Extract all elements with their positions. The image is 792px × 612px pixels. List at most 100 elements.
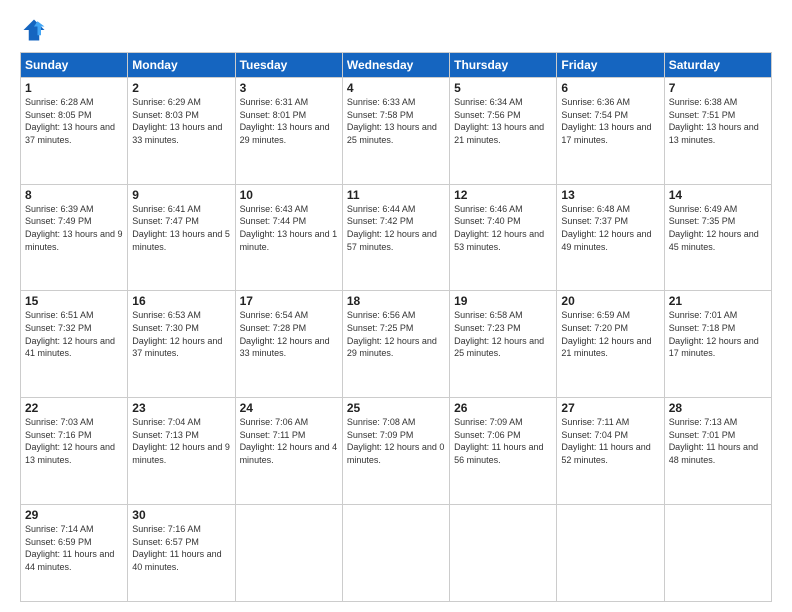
day-number: 23	[132, 401, 230, 415]
day-number: 22	[25, 401, 123, 415]
day-number: 14	[669, 188, 767, 202]
calendar-cell	[235, 504, 342, 601]
day-number: 7	[669, 81, 767, 95]
day-info: Sunrise: 6:36 AM Sunset: 7:54 PM Dayligh…	[561, 96, 659, 146]
day-header: Saturday	[664, 53, 771, 78]
calendar-cell: 21Sunrise: 7:01 AM Sunset: 7:18 PM Dayli…	[664, 291, 771, 398]
day-info: Sunrise: 6:49 AM Sunset: 7:35 PM Dayligh…	[669, 203, 767, 253]
calendar-cell	[342, 504, 449, 601]
calendar-cell: 15Sunrise: 6:51 AM Sunset: 7:32 PM Dayli…	[21, 291, 128, 398]
day-number: 10	[240, 188, 338, 202]
day-info: Sunrise: 6:29 AM Sunset: 8:03 PM Dayligh…	[132, 96, 230, 146]
calendar-cell: 19Sunrise: 6:58 AM Sunset: 7:23 PM Dayli…	[450, 291, 557, 398]
calendar-cell: 14Sunrise: 6:49 AM Sunset: 7:35 PM Dayli…	[664, 184, 771, 291]
day-info: Sunrise: 7:08 AM Sunset: 7:09 PM Dayligh…	[347, 416, 445, 466]
day-header: Friday	[557, 53, 664, 78]
page: SundayMondayTuesdayWednesdayThursdayFrid…	[0, 0, 792, 612]
day-info: Sunrise: 6:58 AM Sunset: 7:23 PM Dayligh…	[454, 309, 552, 359]
calendar-cell: 26Sunrise: 7:09 AM Sunset: 7:06 PM Dayli…	[450, 398, 557, 505]
calendar-week-row: 22Sunrise: 7:03 AM Sunset: 7:16 PM Dayli…	[21, 398, 772, 505]
calendar-week-row: 1Sunrise: 6:28 AM Sunset: 8:05 PM Daylig…	[21, 78, 772, 185]
calendar-cell: 16Sunrise: 6:53 AM Sunset: 7:30 PM Dayli…	[128, 291, 235, 398]
day-header: Tuesday	[235, 53, 342, 78]
day-number: 28	[669, 401, 767, 415]
day-info: Sunrise: 7:09 AM Sunset: 7:06 PM Dayligh…	[454, 416, 552, 466]
day-info: Sunrise: 6:51 AM Sunset: 7:32 PM Dayligh…	[25, 309, 123, 359]
day-number: 3	[240, 81, 338, 95]
calendar-cell: 7Sunrise: 6:38 AM Sunset: 7:51 PM Daylig…	[664, 78, 771, 185]
logo	[20, 16, 52, 44]
day-info: Sunrise: 6:46 AM Sunset: 7:40 PM Dayligh…	[454, 203, 552, 253]
calendar-cell: 18Sunrise: 6:56 AM Sunset: 7:25 PM Dayli…	[342, 291, 449, 398]
day-number: 13	[561, 188, 659, 202]
calendar-cell: 1Sunrise: 6:28 AM Sunset: 8:05 PM Daylig…	[21, 78, 128, 185]
day-info: Sunrise: 7:01 AM Sunset: 7:18 PM Dayligh…	[669, 309, 767, 359]
day-number: 27	[561, 401, 659, 415]
day-info: Sunrise: 6:28 AM Sunset: 8:05 PM Dayligh…	[25, 96, 123, 146]
day-number: 20	[561, 294, 659, 308]
day-info: Sunrise: 6:38 AM Sunset: 7:51 PM Dayligh…	[669, 96, 767, 146]
day-number: 26	[454, 401, 552, 415]
day-number: 15	[25, 294, 123, 308]
day-info: Sunrise: 7:13 AM Sunset: 7:01 PM Dayligh…	[669, 416, 767, 466]
day-info: Sunrise: 7:16 AM Sunset: 6:57 PM Dayligh…	[132, 523, 230, 573]
calendar-cell: 2Sunrise: 6:29 AM Sunset: 8:03 PM Daylig…	[128, 78, 235, 185]
calendar-cell: 24Sunrise: 7:06 AM Sunset: 7:11 PM Dayli…	[235, 398, 342, 505]
day-number: 11	[347, 188, 445, 202]
day-info: Sunrise: 6:59 AM Sunset: 7:20 PM Dayligh…	[561, 309, 659, 359]
day-number: 17	[240, 294, 338, 308]
day-number: 4	[347, 81, 445, 95]
calendar-cell: 29Sunrise: 7:14 AM Sunset: 6:59 PM Dayli…	[21, 504, 128, 601]
day-number: 30	[132, 508, 230, 522]
calendar-cell: 17Sunrise: 6:54 AM Sunset: 7:28 PM Dayli…	[235, 291, 342, 398]
day-number: 25	[347, 401, 445, 415]
day-info: Sunrise: 7:04 AM Sunset: 7:13 PM Dayligh…	[132, 416, 230, 466]
day-number: 5	[454, 81, 552, 95]
calendar-cell: 28Sunrise: 7:13 AM Sunset: 7:01 PM Dayli…	[664, 398, 771, 505]
calendar-cell: 5Sunrise: 6:34 AM Sunset: 7:56 PM Daylig…	[450, 78, 557, 185]
calendar-cell: 25Sunrise: 7:08 AM Sunset: 7:09 PM Dayli…	[342, 398, 449, 505]
calendar-week-row: 15Sunrise: 6:51 AM Sunset: 7:32 PM Dayli…	[21, 291, 772, 398]
day-number: 8	[25, 188, 123, 202]
day-number: 2	[132, 81, 230, 95]
calendar-cell: 6Sunrise: 6:36 AM Sunset: 7:54 PM Daylig…	[557, 78, 664, 185]
calendar-cell	[664, 504, 771, 601]
calendar-cell: 8Sunrise: 6:39 AM Sunset: 7:49 PM Daylig…	[21, 184, 128, 291]
day-info: Sunrise: 6:56 AM Sunset: 7:25 PM Dayligh…	[347, 309, 445, 359]
calendar-table: SundayMondayTuesdayWednesdayThursdayFrid…	[20, 52, 772, 602]
day-info: Sunrise: 6:41 AM Sunset: 7:47 PM Dayligh…	[132, 203, 230, 253]
calendar-cell	[557, 504, 664, 601]
calendar-cell: 30Sunrise: 7:16 AM Sunset: 6:57 PM Dayli…	[128, 504, 235, 601]
day-header: Wednesday	[342, 53, 449, 78]
calendar-cell: 23Sunrise: 7:04 AM Sunset: 7:13 PM Dayli…	[128, 398, 235, 505]
day-header: Sunday	[21, 53, 128, 78]
calendar-cell	[450, 504, 557, 601]
day-number: 16	[132, 294, 230, 308]
header	[20, 16, 772, 44]
day-info: Sunrise: 6:31 AM Sunset: 8:01 PM Dayligh…	[240, 96, 338, 146]
day-number: 18	[347, 294, 445, 308]
day-info: Sunrise: 7:06 AM Sunset: 7:11 PM Dayligh…	[240, 416, 338, 466]
day-number: 12	[454, 188, 552, 202]
calendar-cell: 9Sunrise: 6:41 AM Sunset: 7:47 PM Daylig…	[128, 184, 235, 291]
calendar-cell: 27Sunrise: 7:11 AM Sunset: 7:04 PM Dayli…	[557, 398, 664, 505]
day-number: 19	[454, 294, 552, 308]
day-number: 29	[25, 508, 123, 522]
day-info: Sunrise: 7:14 AM Sunset: 6:59 PM Dayligh…	[25, 523, 123, 573]
calendar-week-row: 29Sunrise: 7:14 AM Sunset: 6:59 PM Dayli…	[21, 504, 772, 601]
day-number: 24	[240, 401, 338, 415]
day-number: 9	[132, 188, 230, 202]
calendar-cell: 22Sunrise: 7:03 AM Sunset: 7:16 PM Dayli…	[21, 398, 128, 505]
day-header: Thursday	[450, 53, 557, 78]
day-info: Sunrise: 7:11 AM Sunset: 7:04 PM Dayligh…	[561, 416, 659, 466]
calendar-cell: 11Sunrise: 6:44 AM Sunset: 7:42 PM Dayli…	[342, 184, 449, 291]
calendar-cell: 13Sunrise: 6:48 AM Sunset: 7:37 PM Dayli…	[557, 184, 664, 291]
calendar-cell: 4Sunrise: 6:33 AM Sunset: 7:58 PM Daylig…	[342, 78, 449, 185]
day-header: Monday	[128, 53, 235, 78]
day-info: Sunrise: 6:39 AM Sunset: 7:49 PM Dayligh…	[25, 203, 123, 253]
day-number: 1	[25, 81, 123, 95]
day-info: Sunrise: 7:03 AM Sunset: 7:16 PM Dayligh…	[25, 416, 123, 466]
day-info: Sunrise: 6:53 AM Sunset: 7:30 PM Dayligh…	[132, 309, 230, 359]
calendar-cell: 3Sunrise: 6:31 AM Sunset: 8:01 PM Daylig…	[235, 78, 342, 185]
day-info: Sunrise: 6:54 AM Sunset: 7:28 PM Dayligh…	[240, 309, 338, 359]
